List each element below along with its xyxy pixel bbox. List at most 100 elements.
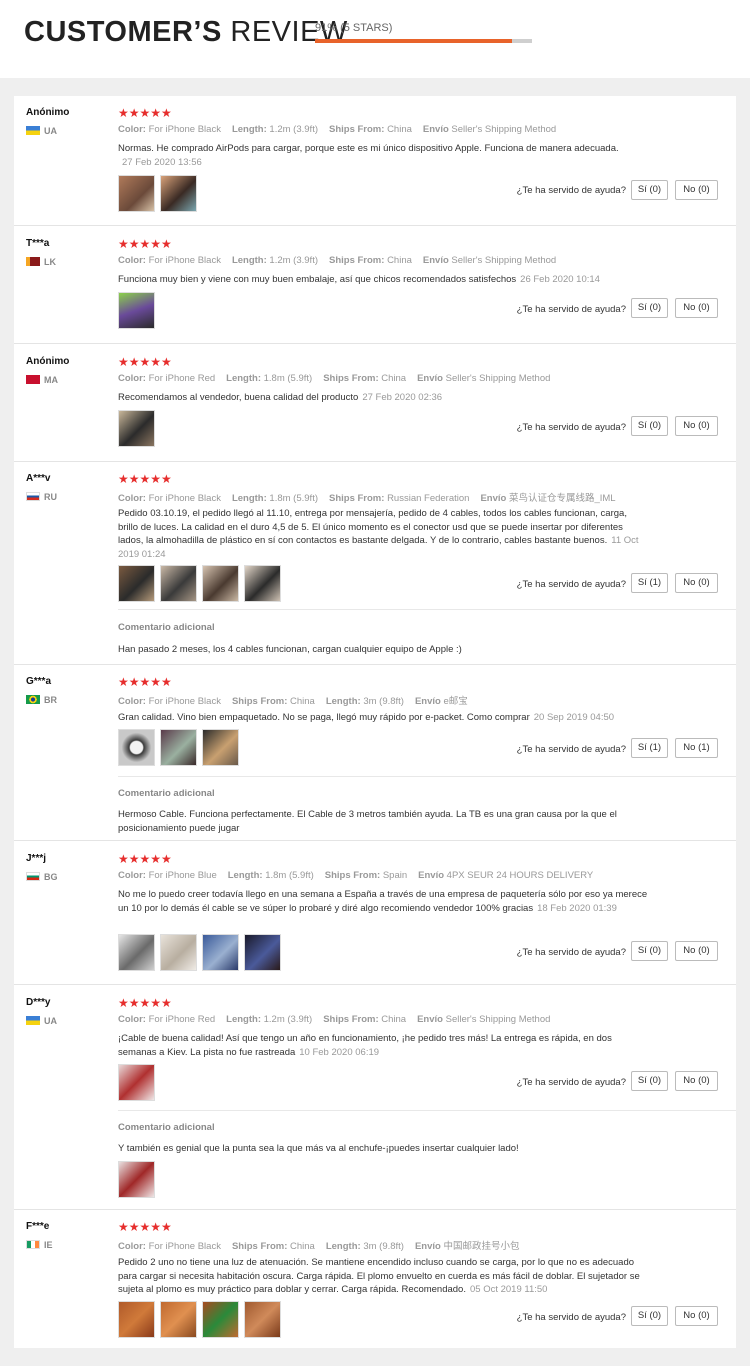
review-date: 20 Sep 2019 04:50 — [533, 712, 615, 723]
review-photos — [118, 934, 286, 972]
helpful-yes-button[interactable]: Sí (0) — [631, 180, 668, 200]
review-text: Recomendamos al vendedor, buena calidad … — [118, 392, 443, 403]
additional-divider — [118, 609, 736, 610]
helpful-no-button[interactable]: No (0) — [675, 573, 718, 593]
review-photo[interactable] — [118, 729, 155, 766]
review-photos — [118, 410, 160, 448]
review-photo[interactable] — [118, 292, 155, 329]
reviews-panel: Anónimo UA ★★★★★ Color: For iPhone Black… — [14, 96, 736, 1348]
review-photo[interactable] — [244, 934, 281, 971]
helpful-no-button[interactable]: No (0) — [675, 1306, 718, 1326]
reviewer-name: A***v — [26, 473, 51, 484]
review-photo[interactable] — [244, 565, 281, 602]
reviewer-name: T***a — [26, 238, 50, 249]
review-photos — [118, 729, 244, 767]
review-text: Funciona muy bien y viene con muy buen e… — [118, 274, 600, 285]
review-photos — [118, 565, 286, 603]
rating-stars: ★★★★★ — [118, 1220, 172, 1234]
reviewer-country: IE — [26, 1240, 53, 1250]
review-specs: Color: For iPhone Red Length: 1.8m (5.9ft… — [118, 373, 551, 384]
review-specs: Color: For iPhone Red Length: 1.2m (3.9ft… — [118, 1014, 551, 1025]
review-item: Anónimo UA ★★★★★ Color: For iPhone Black… — [14, 96, 736, 226]
reviewer-name: D***y — [26, 997, 51, 1008]
review-photo[interactable] — [244, 1301, 281, 1338]
review-photo[interactable] — [202, 565, 239, 602]
additional-comment-label: Comentario adicional — [118, 788, 215, 799]
reviewer-name: G***a — [26, 676, 52, 687]
review-photo[interactable] — [118, 410, 155, 447]
review-photos — [118, 1301, 286, 1339]
review-date: 27 Feb 2020 13:56 — [122, 156, 202, 168]
flag-ru-icon — [26, 492, 40, 501]
additional-comment-label: Comentario adicional — [118, 1122, 215, 1133]
additional-photos — [118, 1161, 160, 1199]
review-photos — [118, 292, 160, 330]
reviewer-name: J***j — [26, 853, 47, 864]
helpful-yes-button[interactable]: Sí (0) — [631, 941, 668, 961]
helpful-yes-button[interactable]: Sí (1) — [631, 573, 668, 593]
review-photo[interactable] — [118, 565, 155, 602]
flag-ua-icon — [26, 1016, 40, 1025]
reviewer-country: LK — [26, 257, 56, 267]
helpful-yes-button[interactable]: Sí (0) — [631, 1306, 668, 1326]
review-photo[interactable] — [118, 934, 155, 971]
review-text: Pedido 2 uno no tiene una luz de atenuac… — [118, 1257, 640, 1295]
additional-comment-label: Comentario adicional — [118, 622, 215, 633]
review-photo[interactable] — [160, 729, 197, 766]
review-photo[interactable] — [160, 934, 197, 971]
helpful-yes-button[interactable]: Sí (0) — [631, 416, 668, 436]
review-text: ¡Cable de buena calidad! Así que tengo u… — [118, 1033, 612, 1058]
rating-bar — [315, 39, 532, 43]
helpful-label: ¿Te ha servido de ayuda? — [516, 1077, 626, 1088]
review-date: 10 Feb 2020 06:19 — [299, 1046, 380, 1058]
additional-comment-text: Y también es genial que la punta sea la … — [118, 1143, 519, 1154]
helpful-no-button[interactable]: No (0) — [675, 1071, 718, 1091]
review-item: J***j BG ★★★★★ Color: For iPhone Blue Len… — [14, 841, 736, 985]
reviewer-country: BR — [26, 695, 57, 705]
review-photo[interactable] — [118, 1064, 155, 1101]
rating-stars: ★★★★★ — [118, 106, 172, 120]
review-specs: Color: For iPhone Blue Length: 1.8m (5.9f… — [118, 870, 594, 881]
helpful-no-button[interactable]: No (0) — [675, 180, 718, 200]
helpful-yes-button[interactable]: Sí (0) — [631, 1071, 668, 1091]
rating-stars: ★★★★★ — [118, 852, 172, 866]
reviewer-country: UA — [26, 126, 57, 136]
helpful-no-button[interactable]: No (1) — [675, 738, 718, 758]
rating-summary: 91% (5 STARS) — [315, 22, 393, 34]
review-photo[interactable] — [160, 565, 197, 602]
review-item: Anónimo MA ★★★★★ Color: For iPhone Red Le… — [14, 344, 736, 462]
helpful-label: ¿Te ha servido de ayuda? — [516, 422, 626, 433]
review-photo[interactable] — [118, 175, 155, 212]
additional-comment-text: Han pasado 2 meses, los 4 cables funcion… — [118, 644, 462, 655]
review-photo[interactable] — [160, 1301, 197, 1338]
review-item: D***y UA ★★★★★ Color: For iPhone Red Leng… — [14, 985, 736, 1210]
flag-bg-icon — [26, 872, 40, 881]
helpful-label: ¿Te ha servido de ayuda? — [516, 744, 626, 755]
review-item: A***v RU ★★★★★ Color: For iPhone Black Le… — [14, 462, 736, 665]
review-date: 18 Feb 2020 01:39 — [537, 902, 617, 914]
review-photos — [118, 1064, 160, 1102]
page-title: CUSTOMER’S REVIEW — [24, 16, 348, 49]
review-text: Gran calidad. Vino bien empaquetado. No … — [118, 712, 615, 723]
helpful-no-button[interactable]: No (0) — [675, 416, 718, 436]
review-date: 05 Oct 2019 11:50 — [469, 1284, 548, 1295]
review-photo[interactable] — [160, 175, 197, 212]
review-text: No me lo puedo creer todavía llego en un… — [118, 889, 648, 914]
helpful-label: ¿Te ha servido de ayuda? — [516, 947, 626, 958]
reviewer-country: BG — [26, 872, 58, 882]
reviewer-name: Anónimo — [26, 107, 70, 118]
helpful-label: ¿Te ha servido de ayuda? — [516, 1312, 626, 1323]
title-bold: CUSTOMER’S — [24, 16, 222, 48]
helpful-yes-button[interactable]: Sí (1) — [631, 738, 668, 758]
flag-ie-icon — [26, 1240, 40, 1249]
additional-divider — [118, 776, 736, 777]
review-date: 26 Feb 2020 10:14 — [520, 274, 600, 285]
review-photo[interactable] — [202, 1301, 239, 1338]
helpful-no-button[interactable]: No (0) — [675, 941, 718, 961]
review-photo[interactable] — [202, 729, 239, 766]
helpful-no-button[interactable]: No (0) — [675, 298, 718, 318]
review-photo[interactable] — [118, 1161, 155, 1198]
review-photo[interactable] — [118, 1301, 155, 1338]
helpful-yes-button[interactable]: Sí (0) — [631, 298, 668, 318]
review-photo[interactable] — [202, 934, 239, 971]
